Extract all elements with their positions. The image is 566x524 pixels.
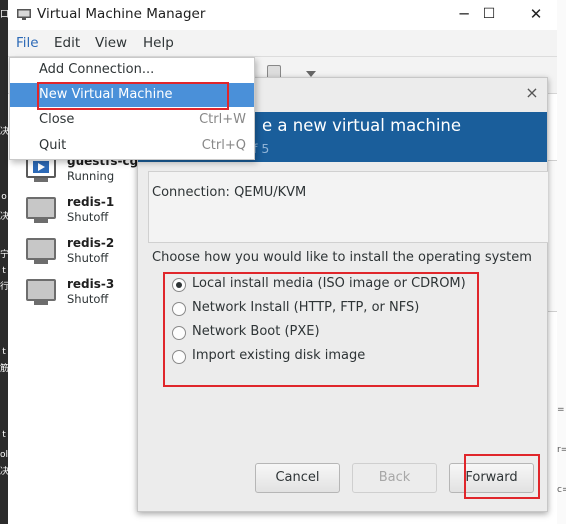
dialog-close-button[interactable]: × [523, 84, 541, 102]
annotation-box [163, 272, 479, 387]
annotation-box [464, 454, 540, 499]
menu-item-label: Close [39, 112, 75, 127]
vm-status: Shutoff [67, 210, 109, 224]
menu-help[interactable]: Help [143, 35, 174, 51]
vm-shutoff-icon [26, 279, 56, 301]
list-item-vm[interactable]: redis-2 Shutoff [26, 236, 146, 276]
file-menu: Add Connection... New Virtual Machine Cl… [9, 57, 255, 160]
desktop-left-strip: 口 决 o 决 宁 t 行 t 筋 t oli 决 [0, 0, 8, 524]
menu-item-quit[interactable]: Quit Ctrl+Q [10, 134, 254, 158]
menu-bar: File Edit View Help [8, 30, 557, 57]
back-button[interactable]: Back [352, 463, 437, 493]
desktop-glyph: 筋 [0, 364, 8, 374]
menu-view[interactable]: View [95, 35, 127, 51]
desktop-glyph: c= [557, 485, 566, 495]
menu-edit[interactable]: Edit [54, 35, 80, 51]
list-item-vm[interactable]: guestfs-cgs Running [26, 154, 146, 194]
desktop-glyph: 宁 [0, 250, 8, 260]
vm-name: redis-3 [67, 277, 115, 291]
title-bar: Virtual Machine Manager ─ ☐ ✕ [8, 0, 557, 30]
menu-item-shortcut: Ctrl+Q [201, 138, 246, 153]
annotation-box [37, 82, 229, 110]
desktop-glyph: t [2, 266, 6, 276]
desktop-glyph: 决 [0, 467, 8, 477]
desktop-glyph: 决 [0, 127, 8, 137]
window-title: Virtual Machine Manager [37, 6, 206, 22]
install-method-prompt: Choose how you would like to install the… [152, 250, 532, 265]
vm-shutoff-icon [26, 197, 56, 219]
menu-item-close[interactable]: Close Ctrl+W [10, 108, 254, 132]
dialog-step: f 5 [253, 141, 270, 156]
vm-name: redis-2 [67, 236, 115, 250]
desktop-glyph: oli [0, 450, 8, 460]
close-window-button[interactable]: ✕ [521, 4, 551, 24]
vm-shutoff-icon [26, 238, 56, 260]
vm-status: Shutoff [67, 251, 109, 265]
vm-name: redis-1 [67, 195, 115, 209]
list-item-vm[interactable]: redis-3 Shutoff [26, 277, 146, 317]
maximize-button[interactable]: ☐ [474, 4, 504, 24]
list-item-vm[interactable]: redis-1 Shutoff [26, 195, 146, 235]
desktop-glyph: t [2, 347, 6, 357]
desktop-glyph: 口 [0, 10, 8, 20]
desktop-glyph: t [2, 430, 6, 440]
menu-item-label: Add Connection... [39, 62, 155, 77]
menu-item-label: Quit [39, 138, 67, 153]
desktop-glyph: o [1, 192, 7, 202]
cancel-button[interactable]: Cancel [255, 463, 340, 493]
connection-label: Connection: QEMU/KVM [152, 185, 307, 200]
vm-status: Shutoff [67, 292, 109, 306]
menu-item-shortcut: Ctrl+W [199, 112, 246, 127]
desktop-glyph: 行 [0, 282, 8, 292]
menu-item-add-connection[interactable]: Add Connection... [10, 58, 254, 82]
connection-panel [148, 171, 548, 243]
desktop-glyph: = [557, 405, 565, 415]
desktop-right-strip: = r= c= [557, 0, 566, 524]
desktop-glyph: r= [557, 445, 566, 455]
menu-file[interactable]: File [16, 35, 39, 51]
desktop-glyph: 决 [0, 212, 8, 222]
virt-manager-icon [17, 9, 31, 20]
dialog-title: e a new virtual machine [262, 116, 462, 135]
vm-status: Running [67, 169, 115, 183]
